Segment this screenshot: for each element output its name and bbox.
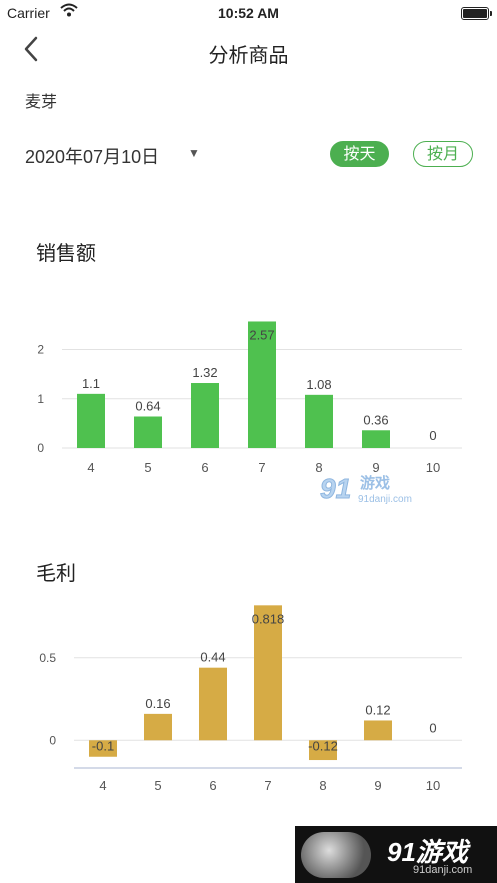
sales-chart-title: 销售额 — [36, 243, 96, 265]
x-tick-label: 10 — [426, 778, 440, 793]
x-tick-label: 7 — [264, 778, 271, 793]
by-month-button[interactable]: 按月 — [413, 141, 473, 167]
corner-watermark: 91游戏 91danji.com — [295, 826, 497, 883]
x-tick-label: 5 — [154, 778, 161, 793]
battery-icon — [461, 7, 492, 20]
sales-chart: 0121.140.6451.3262.5771.0880.369010 — [37, 321, 462, 475]
bar — [364, 720, 392, 741]
data-label: -0.1 — [92, 738, 114, 753]
data-label: 1.1 — [82, 376, 100, 391]
watermark-badge-icon — [301, 832, 371, 878]
bar — [191, 383, 219, 448]
bar — [199, 667, 227, 741]
profit-chart-title: 毛利 — [36, 563, 76, 585]
caret-down-icon: ▼ — [188, 146, 200, 160]
y-tick-label: 2 — [37, 343, 44, 357]
x-tick-label: 6 — [209, 778, 216, 793]
watermark-url: 91danji.com — [358, 494, 412, 505]
status-time: 10:52 AM — [218, 5, 279, 21]
date-value: 2020年07月10日 — [25, 147, 160, 167]
data-label: 0.12 — [365, 702, 390, 717]
watermark-logo: 91 游戏 91danji.com — [318, 468, 418, 508]
data-label: 0.36 — [363, 412, 388, 427]
x-tick-label: 9 — [374, 778, 381, 793]
watermark-number: 91 — [320, 473, 351, 504]
data-label: 0 — [429, 720, 436, 735]
x-tick-label: 10 — [426, 460, 440, 475]
y-tick-label: 0 — [37, 441, 44, 455]
product-name: 麦芽 — [25, 94, 58, 111]
data-label: -0.12 — [308, 738, 338, 753]
data-label: 2.57 — [249, 327, 274, 342]
data-label: 0.818 — [252, 611, 285, 626]
bar — [144, 713, 172, 741]
data-label: 0.44 — [200, 650, 225, 665]
data-label: 1.32 — [192, 365, 217, 380]
corner-watermark-url: 91danji.com — [413, 864, 473, 876]
bar — [134, 416, 162, 448]
data-label: 0.16 — [145, 696, 170, 711]
y-tick-label: 0.5 — [39, 651, 56, 665]
profit-chart: 0 0.5 -0.1 4 0.16 5 0.44 6 0.818 7 -0.12 8 0.12 9 0 10 — [39, 605, 462, 793]
x-tick-label: 7 — [258, 460, 265, 475]
bar — [305, 394, 333, 448]
x-tick-label: 5 — [144, 460, 151, 475]
x-tick-label: 4 — [99, 778, 106, 793]
data-label: 1.08 — [306, 377, 331, 392]
data-label: 0 — [429, 428, 436, 443]
status-bar: Carrier 10:52 AM — [0, 0, 497, 26]
x-tick-label: 8 — [319, 778, 326, 793]
x-tick-label: 6 — [201, 460, 208, 475]
nav-bar: 分析商品 — [0, 26, 497, 74]
x-tick-label: 4 — [87, 460, 94, 475]
bar — [77, 393, 105, 448]
watermark-text: 游戏 — [360, 474, 390, 492]
date-picker[interactable]: 2020年07月10日 ▼ — [25, 143, 200, 167]
y-tick-label: 0 — [49, 733, 56, 747]
y-tick-label: 1 — [37, 392, 44, 406]
data-label: 0.64 — [135, 398, 160, 413]
by-day-button[interactable]: 按天 — [330, 141, 389, 167]
bar — [362, 430, 390, 448]
page-title: 分析商品 — [208, 45, 289, 67]
